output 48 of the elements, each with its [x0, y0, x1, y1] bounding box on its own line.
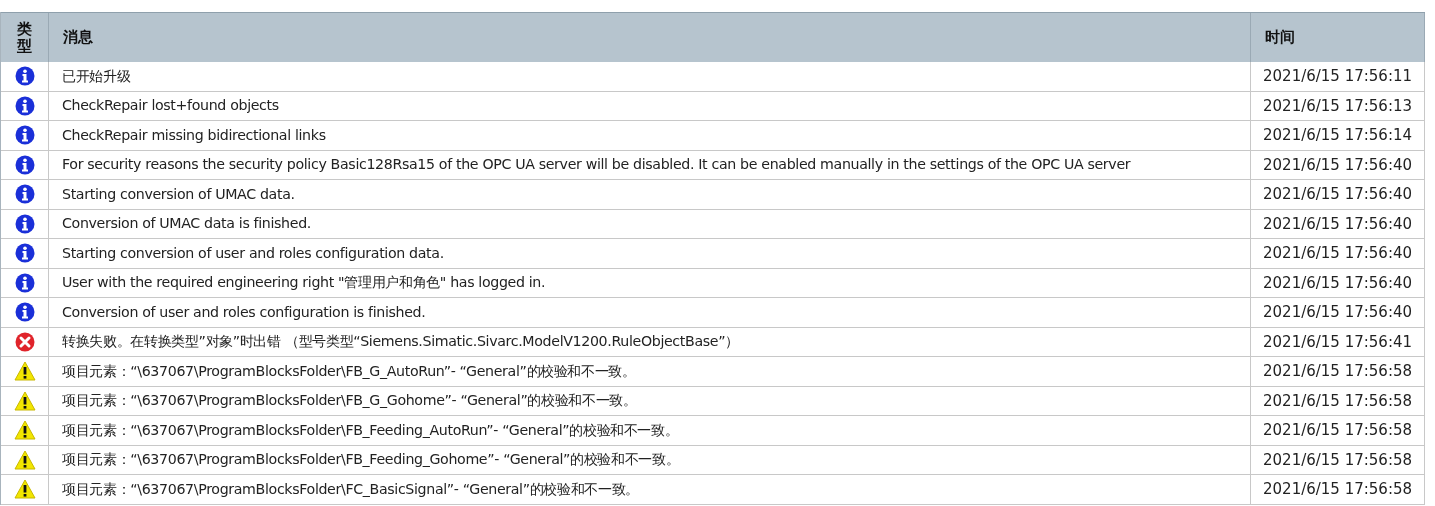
message-cell: 项目元素：“\637067\ProgramBlocksFolder\FB_G_Gohome”- “General”的校验和不一致。	[49, 386, 1251, 415]
info-icon	[14, 95, 35, 116]
message-cell: 项目元素：“\637067\ProgramBlocksFolder\FB_G_AutoRun”- “General”的校验和不一致。	[49, 357, 1251, 386]
message-cell: 项目元素：“\637067\ProgramBlocksFolder\FB_Feeding_Gohome”- “General”的校验和不一致。	[49, 445, 1251, 474]
time-cell: 2021/6/15 17:56:40	[1251, 268, 1425, 297]
info-icon	[14, 154, 35, 175]
time-cell: 2021/6/15 17:56:40	[1251, 150, 1425, 179]
message-cell: 项目元素：“\637067\ProgramBlocksFolder\FC_BasicSignal”- “General”的校验和不一致。	[49, 475, 1251, 504]
info-icon	[14, 184, 35, 205]
time-cell: 2021/6/15 17:56:41	[1251, 327, 1425, 356]
time-cell: 2021/6/15 17:56:13	[1251, 91, 1425, 120]
message-cell: 转换失败。在转换类型”对象”时出错 （型号类型“Siemens.Simatic.Sivarc.ModelV1200.RuleObjectBase”）	[49, 327, 1251, 356]
warning-icon	[13, 361, 36, 382]
message-cell: 已开始升级	[49, 62, 1251, 91]
message-cell: 项目元素：“\637067\ProgramBlocksFolder\FB_Feeding_AutoRun”- “General”的校验和不一致。	[49, 416, 1251, 445]
message-cell: Conversion of UMAC data is finished.	[49, 209, 1251, 238]
warning-icon	[13, 420, 36, 441]
message-cell: Starting conversion of UMAC data.	[49, 180, 1251, 209]
warning-icon	[13, 390, 36, 411]
info-icon	[14, 302, 35, 323]
time-cell: 2021/6/15 17:56:40	[1251, 298, 1425, 327]
message-cell: User with the required engineering right "管理用户和角色" has logged in.	[49, 268, 1251, 297]
info-icon	[14, 125, 35, 146]
info-icon	[14, 66, 35, 87]
column-header: 类型	[1, 13, 49, 62]
time-cell: 2021/6/15 17:56:40	[1251, 239, 1425, 268]
time-cell: 2021/6/15 17:56:58	[1251, 386, 1425, 415]
time-cell: 2021/6/15 17:56:58	[1251, 445, 1425, 474]
message-cell: CheckRepair missing bidirectional links	[49, 121, 1251, 150]
column-header: 消息	[49, 13, 1251, 62]
message-cell: Starting conversion of user and roles configuration data.	[49, 239, 1251, 268]
info-icon	[14, 272, 35, 293]
time-cell: 2021/6/15 17:56:40	[1251, 180, 1425, 209]
time-cell: 2021/6/15 17:56:40	[1251, 209, 1425, 238]
message-cell: CheckRepair lost+found objects	[49, 91, 1251, 120]
message-cell: Conversion of user and roles configuration is finished.	[49, 298, 1251, 327]
time-cell: 2021/6/15 17:56:11	[1251, 62, 1425, 91]
info-icon	[14, 213, 35, 234]
warning-icon	[13, 479, 36, 500]
time-cell: 2021/6/15 17:56:58	[1251, 416, 1425, 445]
time-cell: 2021/6/15 17:56:58	[1251, 475, 1425, 504]
time-cell: 2021/6/15 17:56:14	[1251, 121, 1425, 150]
time-cell: 2021/6/15 17:56:58	[1251, 357, 1425, 386]
message-cell: For security reasons the security policy Basic128Rsa15 of the OPC UA server will be disabled. It can be enabled manually in the settings of the OPC UA server	[49, 150, 1251, 179]
warning-icon	[13, 449, 36, 470]
info-icon	[14, 243, 35, 264]
column-header: 时间	[1251, 13, 1425, 62]
error-icon	[14, 331, 35, 352]
